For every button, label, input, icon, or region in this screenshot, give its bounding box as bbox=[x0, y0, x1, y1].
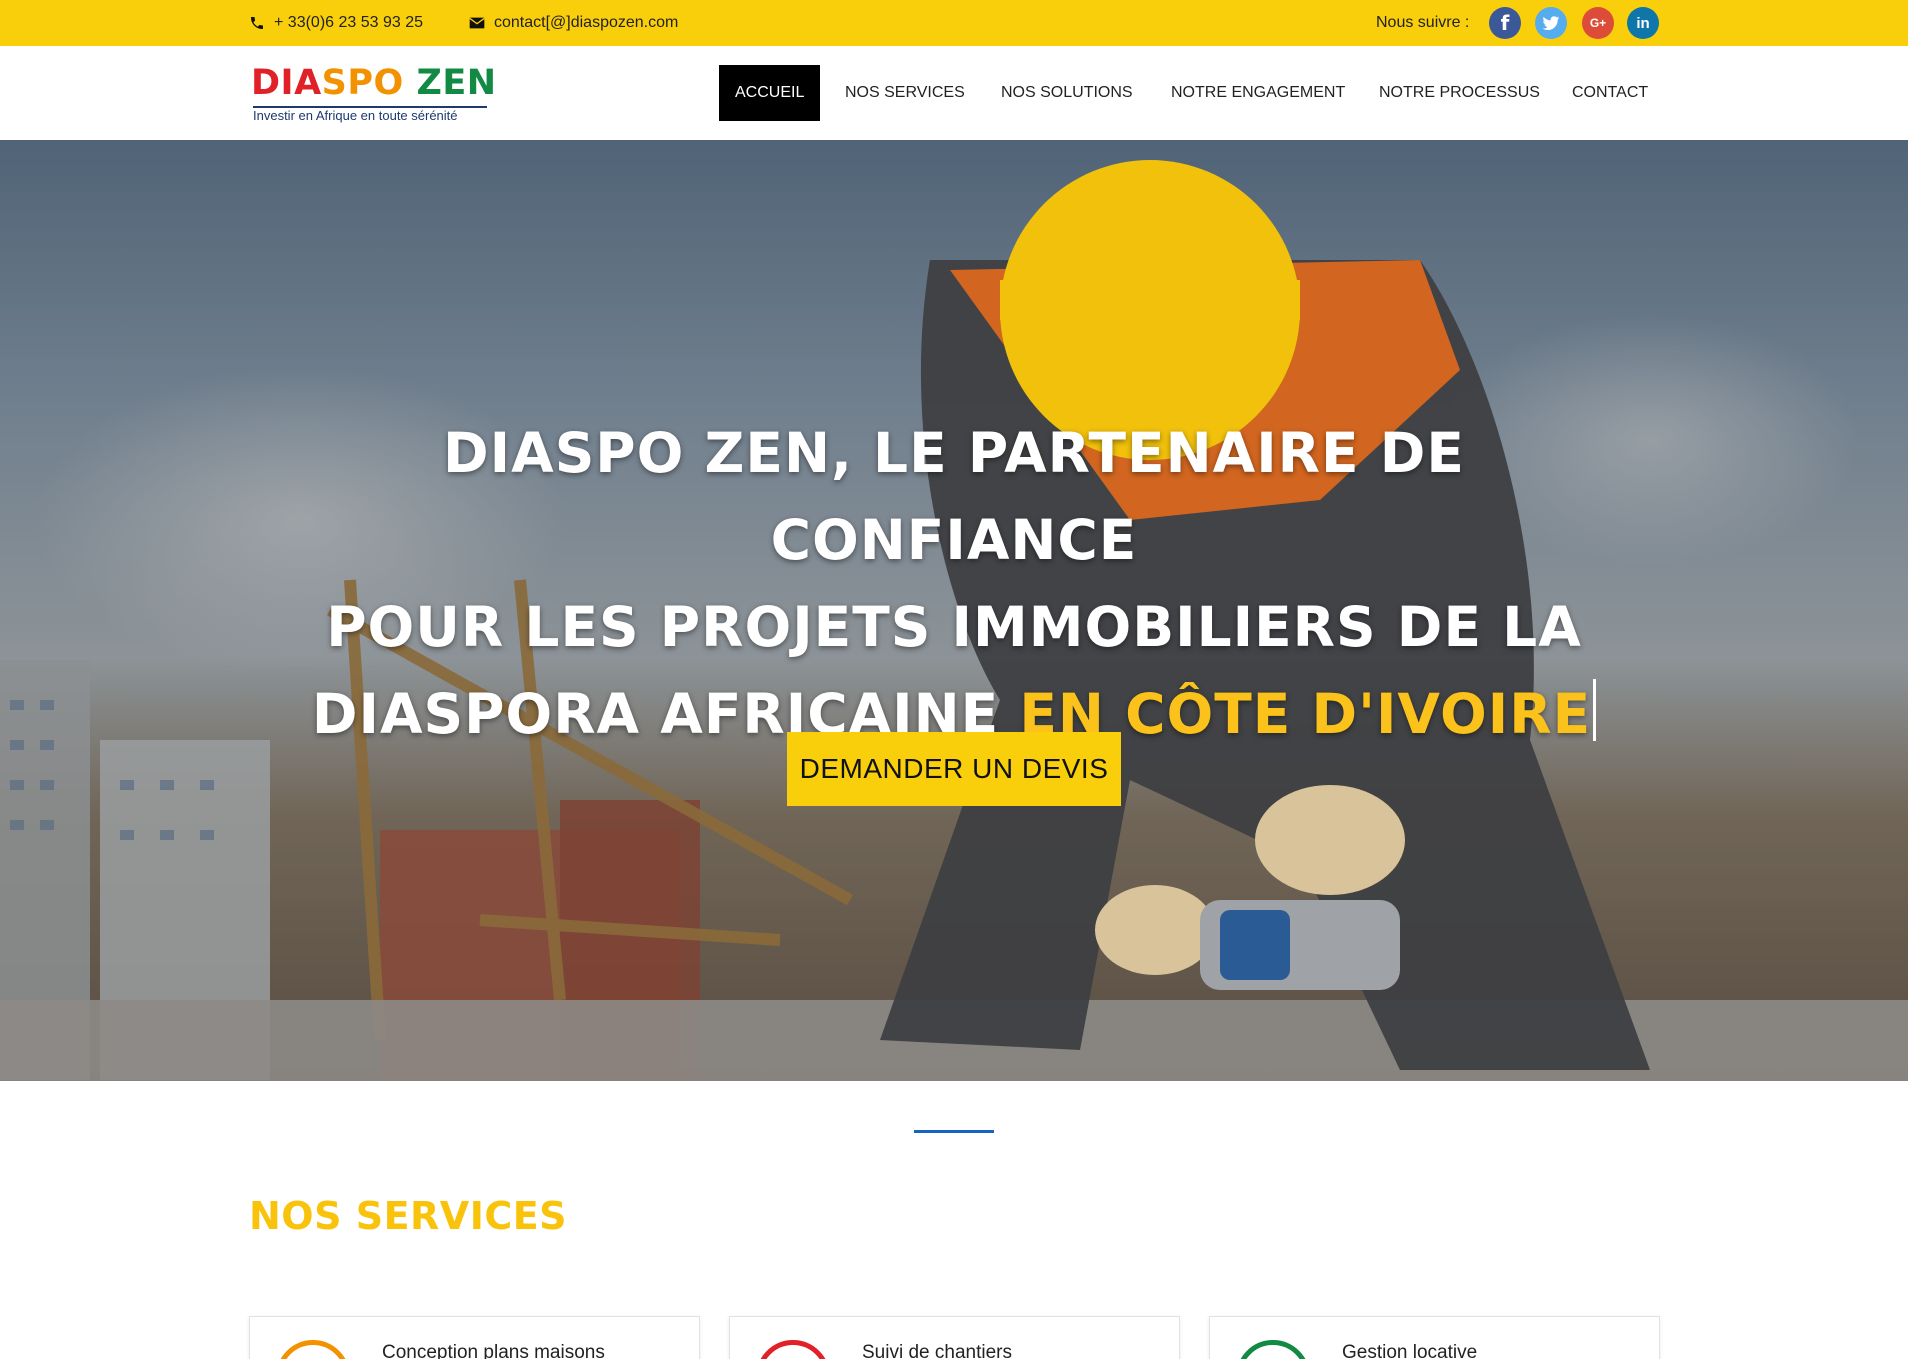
nav-item-contact[interactable]: CONTACT bbox=[1572, 65, 1648, 121]
nav-item-accueil[interactable]: ACCUEIL bbox=[719, 65, 821, 121]
facebook-icon[interactable]: f bbox=[1489, 7, 1521, 39]
nav-item-notre-engagement[interactable]: NOTRE ENGAGEMENT bbox=[1171, 65, 1345, 121]
service-card-title: Conception plans maisons bbox=[382, 1342, 605, 1359]
follow-label: Nous suivre : bbox=[1376, 14, 1470, 31]
site-logo[interactable]: DIASPO ZEN Investir en Afrique en toute … bbox=[251, 62, 496, 124]
logo-part-a: A bbox=[294, 63, 322, 103]
nav-item-nos-solutions[interactable]: NOS SOLUTIONS bbox=[1001, 65, 1133, 121]
logo-part-spo: SPO bbox=[321, 63, 404, 103]
twitter-bird-glyph bbox=[1542, 15, 1560, 30]
service-ring-icon bbox=[276, 1340, 350, 1359]
phone-number: + 33(0)6 23 53 93 25 bbox=[274, 14, 424, 31]
service-ring-icon bbox=[1236, 1340, 1310, 1359]
linkedin-icon[interactable]: in bbox=[1627, 7, 1659, 39]
nav-item-notre-processus[interactable]: NOTRE PROCESSUS bbox=[1379, 65, 1540, 121]
service-card-suivi[interactable]: Suivi de chantiers bbox=[729, 1316, 1180, 1359]
nav-item-nos-services[interactable]: NOS SERVICES bbox=[845, 65, 965, 121]
logo-tagline: Investir en Afrique en toute sérénité bbox=[253, 108, 458, 123]
email-contact[interactable]: contact[@]diaspozen.com bbox=[469, 0, 678, 46]
request-quote-button[interactable]: DEMANDER UN DEVIS bbox=[787, 732, 1121, 806]
hero-title: DIASPO ZEN, LE PARTENAIRE DE CONFIANCE P… bbox=[254, 410, 1654, 758]
hero-title-line-2: POUR LES PROJETS IMMOBILIERS DE LA bbox=[326, 595, 1582, 659]
hero-title-line-1: DIASPO ZEN, LE PARTENAIRE DE CONFIANCE bbox=[443, 421, 1465, 572]
section-divider bbox=[914, 1130, 994, 1133]
logo-part-di: DI bbox=[251, 63, 295, 103]
twitter-icon[interactable] bbox=[1535, 7, 1567, 39]
phone-contact[interactable]: + 33(0)6 23 53 93 25 bbox=[249, 0, 423, 46]
google-plus-icon[interactable]: G+ bbox=[1582, 7, 1614, 39]
facebook-glyph: f bbox=[1500, 11, 1510, 35]
service-ring-icon bbox=[756, 1340, 830, 1359]
envelope-icon bbox=[469, 17, 485, 29]
service-card-title: Suivi de chantiers bbox=[862, 1342, 1012, 1359]
typing-caret bbox=[1593, 679, 1597, 741]
site-header: DIASPO ZEN Investir en Afrique en toute … bbox=[0, 46, 1908, 140]
google-plus-glyph: G+ bbox=[1589, 16, 1607, 30]
services-heading: NOS SERVICES bbox=[249, 1194, 568, 1238]
logo-wordmark: DIASPO ZEN bbox=[251, 62, 497, 104]
logo-part-zen: ZEN bbox=[416, 63, 497, 103]
top-bar: + 33(0)6 23 53 93 25 contact[@]diaspozen… bbox=[0, 0, 1908, 46]
service-card-title: Gestion locative bbox=[1342, 1342, 1478, 1359]
service-card-conception[interactable]: Conception plans maisons bbox=[249, 1316, 700, 1359]
linkedin-glyph: in bbox=[1636, 14, 1650, 32]
email-address: contact[@]diaspozen.com bbox=[494, 14, 679, 31]
hero-banner: DIASPO ZEN, LE PARTENAIRE DE CONFIANCE P… bbox=[0, 140, 1908, 1081]
service-card-gestion[interactable]: Gestion locative bbox=[1209, 1316, 1660, 1359]
phone-icon bbox=[251, 17, 263, 29]
